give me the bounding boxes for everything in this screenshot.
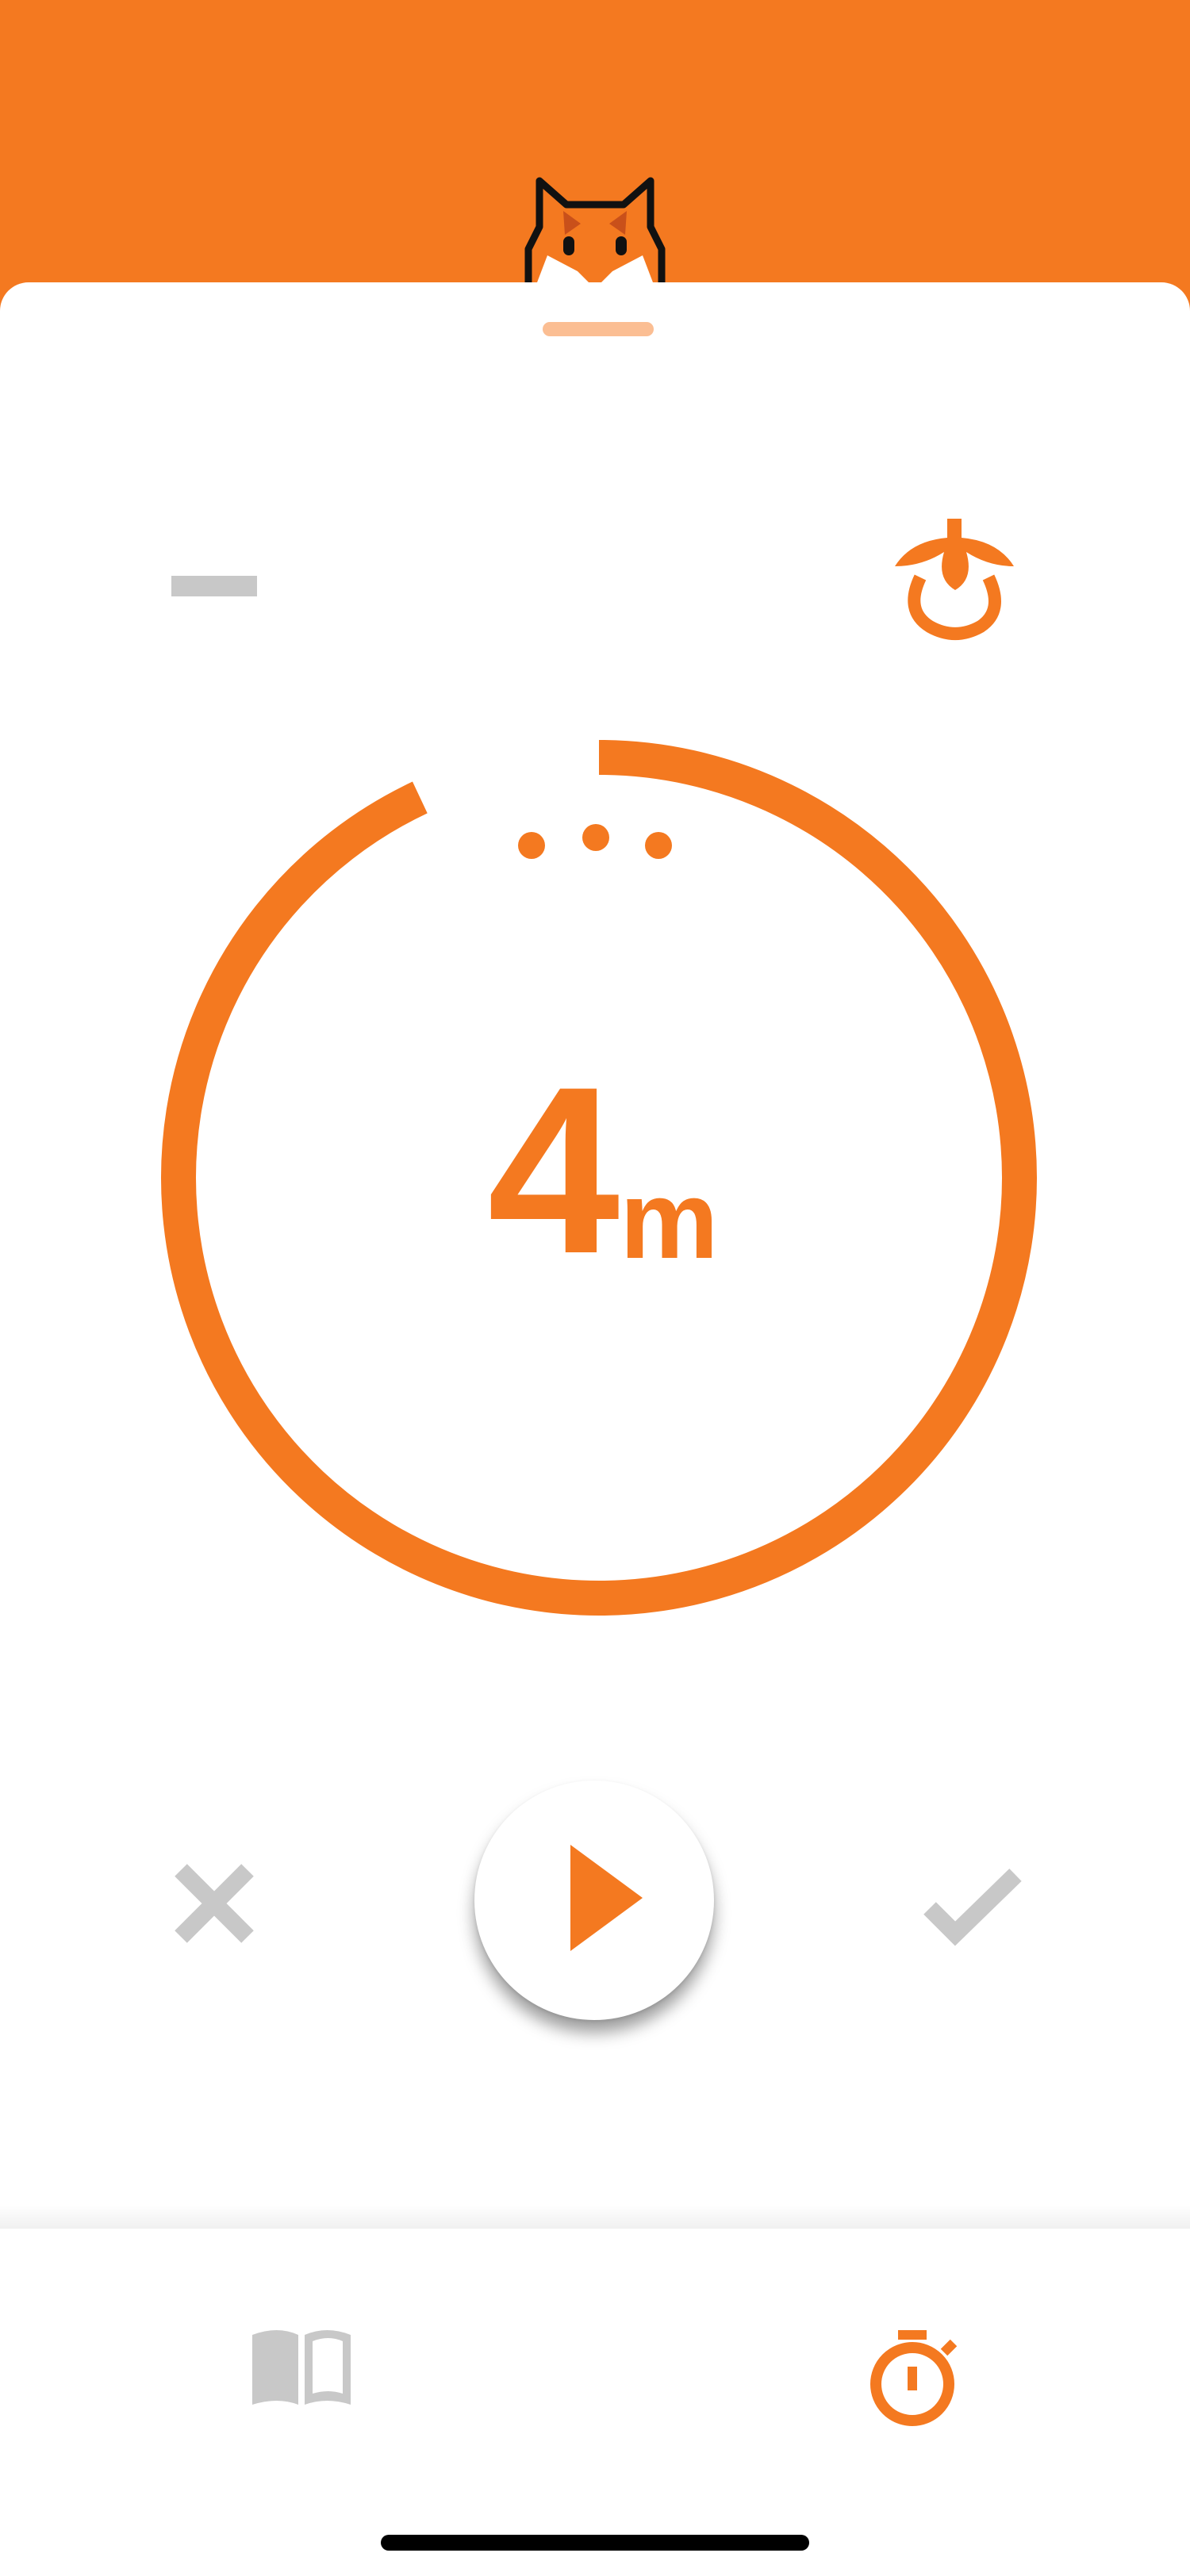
play-button[interactable]	[474, 1781, 714, 2020]
tabbar-shadow	[0, 2205, 1190, 2229]
tab-bar	[0, 2229, 1190, 2576]
page-dots	[518, 824, 672, 859]
home-indicator	[381, 2535, 809, 2551]
sheet-grabber[interactable]	[543, 322, 654, 336]
complete-button[interactable]	[912, 1856, 1023, 1959]
book-icon	[252, 2330, 351, 2405]
cancel-button[interactable]	[159, 1856, 270, 1959]
pomodoro-button[interactable]	[887, 508, 1022, 650]
timer-unit: m	[620, 1157, 719, 1282]
minus-icon	[171, 576, 257, 596]
page-dot	[645, 832, 672, 859]
page-dot	[582, 824, 609, 851]
tab-timer[interactable]	[857, 2316, 976, 2435]
stopwatch-icon	[870, 2330, 958, 2426]
tomato-icon	[895, 519, 1014, 640]
fox-mascot-icon	[516, 170, 674, 293]
timer-value: 4	[487, 1037, 620, 1303]
tab-log[interactable]	[238, 2324, 365, 2419]
collapse-button[interactable]	[159, 555, 270, 619]
timer-display: 4 m	[468, 1051, 738, 1289]
page-dot	[518, 832, 545, 859]
play-icon	[570, 1845, 643, 1951]
close-icon	[175, 1864, 254, 1943]
check-icon	[923, 1869, 1022, 1946]
